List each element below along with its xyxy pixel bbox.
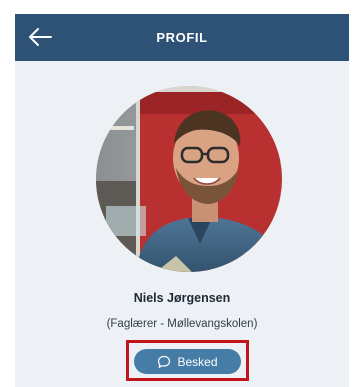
top-bar: PROFIL [15,14,349,61]
page-title: PROFIL [156,30,208,45]
profile-name: Niels Jørgensen [133,291,231,305]
profile-role: (Faglærer - Møllevangskolen) [106,318,258,330]
message-button-label: Besked [177,354,218,369]
profile-screen: PROFIL Niels Jørgensen (Faglærer - Mølle… [15,14,349,387]
chat-bubble-icon [158,355,171,368]
message-button-highlight: Besked [126,340,249,381]
avatar [96,86,282,272]
message-button[interactable]: Besked [134,349,241,374]
